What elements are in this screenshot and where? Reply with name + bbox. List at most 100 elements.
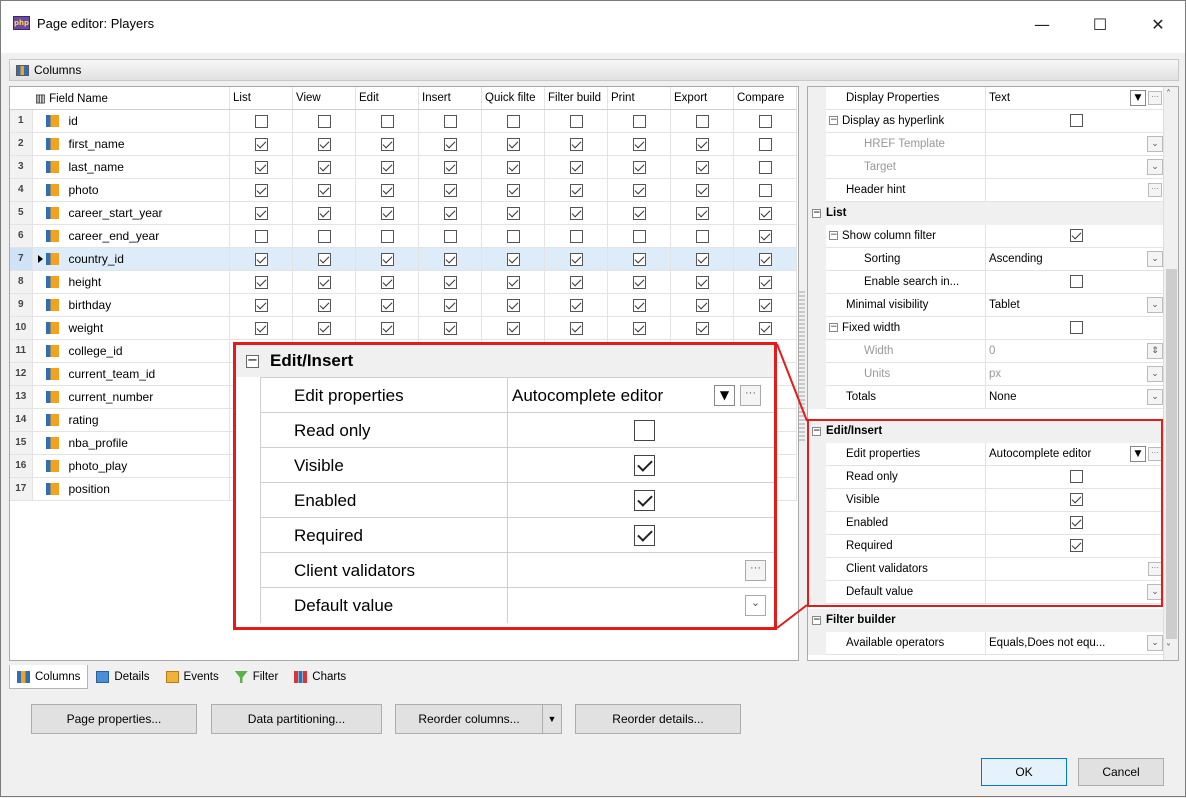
reorder-columns-button[interactable]: Reorder columns... xyxy=(395,704,543,734)
checkbox[interactable] xyxy=(569,160,583,174)
prop-display-as-hyperlink[interactable]: − Display as hyperlink xyxy=(808,110,1164,133)
row-number[interactable]: 7 xyxy=(10,247,33,271)
checkbox[interactable] xyxy=(317,206,331,220)
chevron-down-icon[interactable]: ⌄ xyxy=(1147,159,1163,175)
field-name-cell[interactable]: college_id xyxy=(66,339,230,363)
zoom-value[interactable]: Autocomplete editor ▼ ··· xyxy=(508,378,774,413)
checkbox[interactable] xyxy=(380,160,394,174)
prop-value[interactable] xyxy=(986,271,1164,294)
checkbox[interactable] xyxy=(632,252,646,266)
checkbox[interactable] xyxy=(254,206,268,220)
field-name-cell[interactable]: position xyxy=(66,477,230,501)
table-row[interactable]: 4 photo xyxy=(10,178,797,202)
checkbox[interactable] xyxy=(317,114,331,128)
checkbox[interactable] xyxy=(758,298,772,312)
row-number[interactable]: 9 xyxy=(10,293,33,317)
checkbox[interactable] xyxy=(632,160,646,174)
checkbox[interactable] xyxy=(506,137,520,151)
row-number[interactable]: 8 xyxy=(10,270,33,294)
field-name-cell[interactable]: first_name xyxy=(66,132,230,156)
checkbox[interactable] xyxy=(695,137,709,151)
row-number[interactable]: 6 xyxy=(10,224,33,248)
data-partitioning-button[interactable]: Data partitioning... xyxy=(211,704,382,734)
dropdown-arrow-icon[interactable]: ▼ xyxy=(1130,90,1146,106)
cancel-button[interactable]: Cancel xyxy=(1078,758,1164,786)
checkbox[interactable] xyxy=(632,229,646,243)
prop-value[interactable]: 0 ⇕ xyxy=(986,340,1164,363)
prop-units[interactable]: Units px ⌄ xyxy=(808,363,1164,386)
grid-header-quick-filter[interactable]: Quick filte xyxy=(481,87,545,110)
prop-value[interactable]: ⌄ xyxy=(986,133,1164,156)
tab-details[interactable]: Details xyxy=(88,665,157,689)
field-name-cell[interactable]: career_end_year xyxy=(66,224,230,248)
tab-events[interactable]: Events xyxy=(158,665,227,689)
checkbox[interactable] xyxy=(569,206,583,220)
table-row[interactable]: 10 weight xyxy=(10,316,797,340)
checkbox[interactable] xyxy=(254,114,268,128)
row-number[interactable]: 17 xyxy=(10,477,33,501)
checkbox[interactable] xyxy=(758,321,772,335)
checkbox[interactable] xyxy=(569,183,583,197)
prop-value[interactable]: Ascending ⌄ xyxy=(986,248,1164,271)
checkbox[interactable] xyxy=(506,321,520,335)
checkbox[interactable] xyxy=(632,275,646,289)
minimize-button[interactable]: — xyxy=(1019,7,1065,41)
scroll-down-icon[interactable]: ˅ xyxy=(1166,643,1171,654)
row-number[interactable]: 1 xyxy=(10,109,33,133)
checkbox[interactable] xyxy=(632,321,646,335)
checkbox[interactable] xyxy=(506,160,520,174)
checkbox[interactable] xyxy=(443,137,457,151)
checkbox[interactable] xyxy=(632,206,646,220)
row-number[interactable]: 16 xyxy=(10,454,33,478)
checkbox[interactable] xyxy=(254,183,268,197)
zoom-value[interactable] xyxy=(508,448,774,483)
prop-minimal-visibility[interactable]: Minimal visibility Tablet ⌄ xyxy=(808,294,1164,317)
grid-header-insert[interactable]: Insert xyxy=(418,87,482,110)
prop-totals[interactable]: Totals None ⌄ xyxy=(808,386,1164,409)
prop-fixed-width[interactable]: − Fixed width xyxy=(808,317,1164,340)
checkbox[interactable] xyxy=(1070,229,1083,243)
field-name-cell[interactable]: country_id xyxy=(66,247,230,271)
checkbox[interactable] xyxy=(758,137,772,151)
prop-value[interactable]: ⌄ xyxy=(986,156,1164,179)
spinner-icon[interactable]: ⇕ xyxy=(1147,343,1163,359)
checkbox[interactable] xyxy=(695,114,709,128)
checkbox[interactable] xyxy=(506,114,520,128)
checkbox[interactable] xyxy=(254,137,268,151)
checkbox[interactable] xyxy=(506,275,520,289)
checkbox[interactable] xyxy=(254,160,268,174)
zoom-row-read-only[interactable]: Read only xyxy=(260,412,774,448)
table-row[interactable]: 7 country_id xyxy=(10,247,797,271)
checkbox[interactable] xyxy=(380,321,394,335)
row-number[interactable]: 3 xyxy=(10,155,33,179)
field-name-cell[interactable]: photo xyxy=(66,178,230,202)
checkbox[interactable] xyxy=(254,275,268,289)
prop-header-hint[interactable]: Header hint ··· xyxy=(808,179,1164,202)
field-name-cell[interactable]: nba_profile xyxy=(66,431,230,455)
dropdown-arrow-icon[interactable]: ▼ xyxy=(714,385,735,406)
category-filter-builder[interactable]: − Filter builder xyxy=(808,609,1164,632)
checkbox[interactable] xyxy=(506,183,520,197)
checkbox[interactable] xyxy=(443,229,457,243)
prop-value[interactable]: None ⌄ xyxy=(986,386,1164,409)
zoom-value[interactable] xyxy=(508,483,774,518)
checkbox[interactable] xyxy=(758,275,772,289)
checkbox[interactable] xyxy=(758,114,772,128)
checkbox[interactable] xyxy=(1070,275,1083,289)
checkbox[interactable] xyxy=(634,455,655,476)
checkbox[interactable] xyxy=(695,229,709,243)
checkbox[interactable] xyxy=(254,252,268,266)
prop-value[interactable]: px ⌄ xyxy=(986,363,1164,386)
checkbox[interactable] xyxy=(380,183,394,197)
checkbox[interactable] xyxy=(443,206,457,220)
checkbox[interactable] xyxy=(632,298,646,312)
prop-value[interactable] xyxy=(986,110,1164,133)
table-row[interactable]: 6 career_end_year xyxy=(10,224,797,248)
field-name-cell[interactable]: rating xyxy=(66,408,230,432)
checkbox[interactable] xyxy=(758,206,772,220)
prop-width[interactable]: Width 0 ⇕ xyxy=(808,340,1164,363)
row-number[interactable]: 14 xyxy=(10,408,33,432)
row-number[interactable]: 4 xyxy=(10,178,33,202)
checkbox[interactable] xyxy=(506,252,520,266)
row-number[interactable]: 12 xyxy=(10,362,33,386)
